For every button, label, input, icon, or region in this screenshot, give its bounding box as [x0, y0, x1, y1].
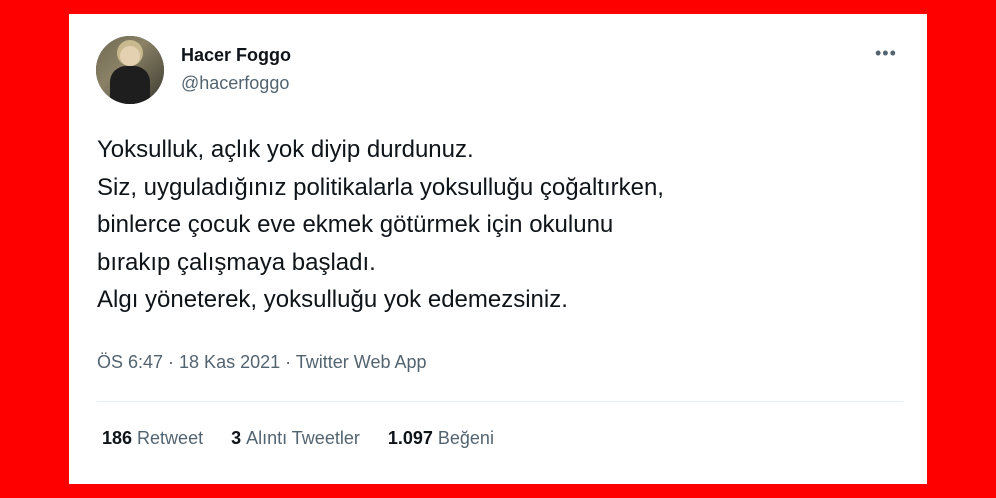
- tweet-text-line: Siz, uyguladığınız politikalarla yoksull…: [97, 173, 664, 201]
- tweet-text-line: Algı yöneterek, yoksulluğu yok edemezsin…: [97, 286, 568, 313]
- more-options-icon[interactable]: •••: [875, 44, 897, 62]
- tweet-text-line: bırakıp çalışmaya başladı.: [97, 248, 376, 276]
- tweet-meta[interactable]: ÖS 6:47 · 18 Kas 2021 · Twitter Web App: [97, 352, 427, 373]
- avatar[interactable]: [96, 36, 164, 104]
- divider: [97, 401, 903, 402]
- likes-label: Beğeni: [437, 428, 494, 448]
- retweets-stat[interactable]: 186 Retweet: [102, 428, 203, 449]
- author-handle[interactable]: @hacerfoggo: [181, 73, 289, 94]
- retweets-label: Retweet: [137, 428, 204, 448]
- tweet-card: Hacer Foggo @hacerfoggo ••• Yoksulluk, a…: [69, 14, 927, 484]
- avatar-body: [110, 66, 150, 104]
- quotes-stat[interactable]: 3 Alıntı Tweetler: [231, 428, 360, 449]
- tweet-text: Yoksulluk, açlık yok diyip durdunuz. Siz…: [97, 131, 897, 319]
- quotes-count: 3: [231, 428, 242, 448]
- tweet-text-line: binlerce çocuk eve ekmek götürmek için o…: [97, 211, 614, 238]
- likes-stat[interactable]: 1.097 Beğeni: [388, 428, 494, 449]
- avatar-head: [120, 46, 140, 66]
- likes-count: 1.097: [387, 428, 433, 448]
- tweet-text-line: Yoksulluk, açlık yok diyip durdunuz.: [97, 136, 474, 163]
- retweets-count: 186: [102, 428, 133, 448]
- tweet-stats: 186 Retweet 3 Alıntı Tweetler 1.097 Beğeni: [102, 428, 494, 449]
- author-name[interactable]: Hacer Foggo: [181, 45, 291, 66]
- quotes-label: Alıntı Tweetler: [246, 428, 360, 448]
